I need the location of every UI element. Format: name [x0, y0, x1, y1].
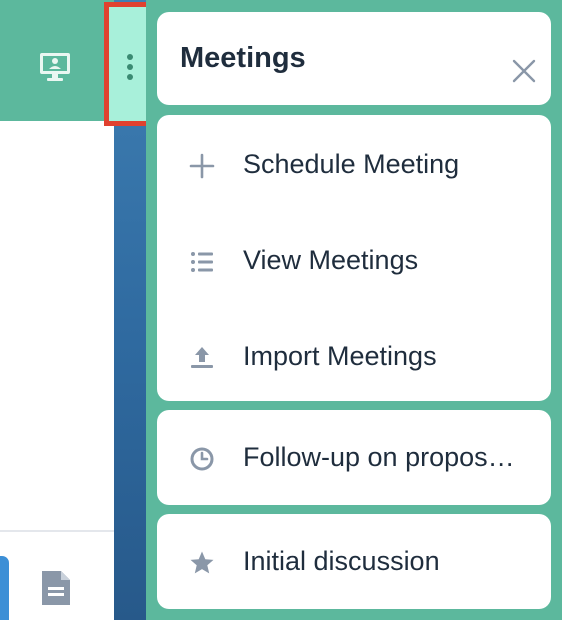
actions-menu: Schedule Meeting View Meetings Import Me… [157, 115, 551, 401]
monitor-user-icon[interactable] [38, 50, 72, 84]
view-meetings-label: View Meetings [243, 245, 419, 275]
import-meetings-label: Import Meetings [243, 341, 437, 371]
favorite-meeting-item[interactable]: Initial discussion [157, 532, 551, 592]
panel-title: Meetings [180, 42, 306, 74]
active-tab-indicator[interactable] [0, 556, 9, 620]
recent-meeting-card: Follow-up on propos… [157, 410, 551, 505]
document-icon[interactable] [39, 569, 73, 607]
schedule-meeting-item[interactable]: Schedule Meeting [157, 135, 551, 195]
upload-icon [191, 347, 213, 368]
favorite-meeting-label: Initial discussion [243, 546, 440, 576]
panel-header: Meetings [157, 12, 551, 105]
schedule-meeting-label: Schedule Meeting [243, 149, 460, 179]
view-meetings-item[interactable]: View Meetings [157, 231, 551, 291]
recent-meeting-item[interactable]: Follow-up on propos… [157, 428, 551, 488]
star-icon [190, 551, 214, 574]
import-meetings-item[interactable]: Import Meetings [157, 327, 551, 387]
favorite-meeting-card: Initial discussion [157, 514, 551, 609]
meetings-panel: Meetings Schedule Meeting View Meetings … [146, 0, 562, 620]
close-icon[interactable] [510, 57, 538, 85]
vertical-ellipsis-icon [127, 54, 133, 80]
clock-icon [190, 447, 214, 471]
list-icon [191, 252, 213, 272]
plus-icon [189, 153, 215, 179]
app-window: Meetings Schedule Meeting View Meetings … [0, 0, 562, 620]
main-content-area [0, 0, 114, 620]
divider [0, 530, 114, 532]
app-header [0, 0, 114, 121]
recent-meeting-label: Follow-up on propos… [243, 442, 515, 472]
